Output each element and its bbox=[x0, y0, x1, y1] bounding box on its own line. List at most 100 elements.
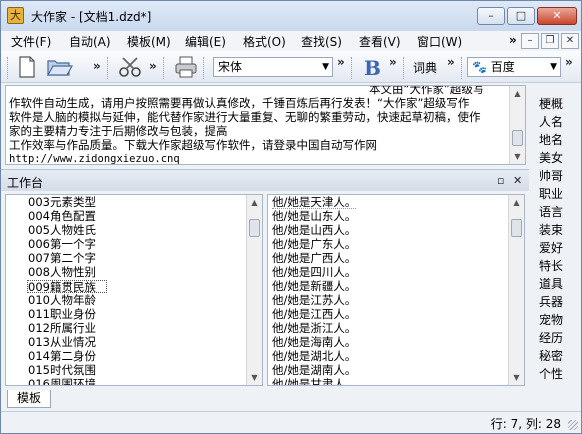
paw-icon: 🐾 bbox=[472, 60, 487, 74]
print-icon[interactable] bbox=[173, 55, 199, 82]
list-item[interactable]: 他/她是四川人。 bbox=[272, 266, 356, 279]
list-item[interactable]: 他/她是新疆人。 bbox=[272, 280, 356, 293]
keyword-item[interactable]: 特长 bbox=[539, 257, 563, 274]
list-item[interactable]: 012所属行业 bbox=[28, 322, 96, 335]
cursor-position: 行: 7, 列: 28 bbox=[490, 417, 561, 431]
new-document-icon[interactable] bbox=[17, 55, 37, 82]
workbench-float-button[interactable]: ▫ bbox=[497, 174, 504, 187]
keyword-item[interactable]: 秘密 bbox=[539, 347, 563, 364]
editor-scrollbar[interactable]: ▲ ▼ bbox=[509, 86, 525, 164]
resize-grip-icon[interactable] bbox=[568, 420, 578, 430]
menu-overflow-chevron[interactable]: » bbox=[509, 33, 517, 47]
template-sentence-list[interactable]: 他/她是天津人。 他/她是山东人。 他/她是山西人。 他/她是广东人。 他/她是… bbox=[267, 194, 525, 386]
keyword-item[interactable]: 经历 bbox=[539, 329, 563, 346]
list-scrollbar[interactable]: ▲ ▼ bbox=[508, 195, 524, 385]
keyword-item[interactable]: 职业 bbox=[539, 185, 563, 202]
keyword-item[interactable]: 梗概 bbox=[539, 95, 563, 112]
scroll-up-icon[interactable]: ▲ bbox=[509, 195, 524, 210]
list-item-selected[interactable]: 009籍贯民族 bbox=[27, 280, 107, 294]
list-item[interactable]: 010人物年龄 bbox=[28, 294, 96, 307]
scroll-thumb[interactable] bbox=[512, 130, 523, 146]
keyword-item[interactable]: 美女 bbox=[539, 149, 563, 166]
editor-content[interactable]: 本文由“大作家”超级写 作软件自动生成，请用户按照需要再做认真修改，千锤百炼后再… bbox=[9, 86, 509, 164]
menu-file[interactable]: 文件(F) bbox=[11, 33, 51, 50]
menu-template[interactable]: 模板(M) bbox=[127, 33, 171, 50]
list-item[interactable]: 他/她是甘肃人。 bbox=[272, 378, 356, 386]
list-item[interactable]: 015时代氛围 bbox=[28, 364, 96, 377]
keyword-item[interactable]: 语言 bbox=[539, 203, 563, 220]
list-item[interactable]: 他/她是广东人。 bbox=[272, 238, 356, 251]
keyword-item[interactable]: 装束 bbox=[539, 221, 563, 238]
list-item[interactable]: 他/她是广西人。 bbox=[272, 252, 356, 265]
scroll-thumb[interactable] bbox=[249, 219, 260, 237]
mdi-close-button[interactable]: ✕ bbox=[561, 33, 579, 49]
toolbar-overflow-chevron-1[interactable]: » bbox=[93, 59, 101, 73]
toolbar-overflow-chevron-4[interactable]: » bbox=[389, 55, 397, 69]
search-engine-select[interactable]: 🐾 百度 ▼ bbox=[467, 57, 561, 77]
toolbar-separator bbox=[107, 57, 109, 79]
list-item[interactable]: 他/她是山东人。 bbox=[272, 210, 356, 223]
list-item[interactable]: 003元素类型 bbox=[28, 196, 96, 209]
keyword-item[interactable]: 地名 bbox=[539, 131, 563, 148]
toolbar: » » 宋体 ▼ » B » 词典 » 🐾 百度 ▼ » bbox=[1, 51, 581, 83]
scroll-down-icon[interactable]: ▼ bbox=[509, 370, 524, 385]
cut-icon[interactable] bbox=[117, 55, 143, 82]
scroll-down-icon[interactable]: ▼ bbox=[247, 370, 262, 385]
list-item[interactable]: 005人物姓氏 bbox=[28, 224, 96, 237]
search-engine-value: 百度 bbox=[490, 60, 515, 74]
list-item[interactable]: 他/她是海南人。 bbox=[272, 336, 356, 349]
list-item[interactable]: 他/她是江苏人。 bbox=[272, 294, 356, 307]
mdi-restore-button[interactable]: ❐ bbox=[541, 33, 559, 49]
template-category-list[interactable]: 003元素类型 004角色配置 005人物姓氏 006第一个字 007第二个字 … bbox=[5, 194, 263, 386]
font-name-select[interactable]: 宋体 ▼ bbox=[213, 57, 333, 77]
list-item[interactable]: 014第二身份 bbox=[28, 350, 96, 363]
keyword-item[interactable]: 道具 bbox=[539, 275, 563, 292]
list-item[interactable]: 他/她是江西人。 bbox=[272, 308, 356, 321]
scroll-up-icon[interactable]: ▲ bbox=[247, 195, 262, 210]
keyword-item[interactable]: 兵器 bbox=[539, 293, 563, 310]
list-scrollbar[interactable]: ▲ ▼ bbox=[246, 195, 262, 385]
keyword-item[interactable]: 个性 bbox=[539, 365, 563, 382]
list-item[interactable]: 006第一个字 bbox=[28, 238, 96, 251]
menu-find[interactable]: 查找(S) bbox=[301, 33, 342, 50]
keyword-item[interactable]: 宠物 bbox=[539, 311, 563, 328]
scroll-thumb[interactable] bbox=[511, 219, 522, 237]
list-item[interactable]: 007第二个字 bbox=[28, 252, 96, 265]
list-item[interactable]: 他/她是湖北人。 bbox=[272, 350, 356, 363]
menu-auto[interactable]: 自动(A) bbox=[69, 33, 111, 50]
keyword-item[interactable]: 帅哥 bbox=[539, 167, 563, 184]
menu-window[interactable]: 窗口(W) bbox=[417, 33, 462, 50]
document-editor[interactable]: 本文由“大作家”超级写 作软件自动生成，请用户按照需要再做认真修改，千锤百炼后再… bbox=[5, 85, 526, 165]
list-item[interactable]: 004角色配置 bbox=[28, 210, 96, 223]
open-folder-icon[interactable] bbox=[45, 55, 74, 82]
list-item[interactable]: 他/她是山西人。 bbox=[272, 224, 356, 237]
toolbar-overflow-chevron-5[interactable]: » bbox=[447, 55, 455, 69]
menu-edit[interactable]: 编辑(E) bbox=[185, 33, 226, 50]
close-button[interactable]: ✕ bbox=[537, 7, 577, 25]
list-item[interactable]: 013从业情况 bbox=[28, 336, 96, 349]
toolbar-overflow-chevron-2[interactable]: » bbox=[149, 59, 157, 73]
menu-format[interactable]: 格式(O) bbox=[243, 33, 286, 50]
keyword-item[interactable]: 人名 bbox=[539, 113, 563, 130]
dictionary-button[interactable]: 词典 bbox=[413, 59, 437, 76]
workbench-close-button[interactable]: ✕ bbox=[513, 174, 522, 187]
toolbar-overflow-chevron-3[interactable]: » bbox=[337, 55, 345, 69]
keyword-item[interactable]: 爱好 bbox=[539, 239, 563, 256]
minimize-button[interactable]: – bbox=[477, 7, 505, 25]
list-item[interactable]: 他/她是湖南人。 bbox=[272, 364, 356, 377]
toolbar-grip[interactable] bbox=[7, 57, 9, 79]
mdi-minimize-button[interactable]: – bbox=[521, 33, 539, 49]
list-item[interactable]: 他/她是天津人。 bbox=[272, 196, 357, 209]
maximize-button[interactable]: □ bbox=[507, 7, 535, 25]
window-title: 大作家 - [文档1.dzd*] bbox=[31, 10, 152, 24]
list-item[interactable]: 016周围环境 bbox=[28, 378, 96, 386]
bold-icon[interactable]: B bbox=[361, 55, 385, 82]
scroll-up-icon[interactable]: ▲ bbox=[510, 86, 525, 101]
list-item[interactable]: 011职业身份 bbox=[28, 308, 96, 321]
list-item[interactable]: 008人物性别 bbox=[28, 266, 96, 279]
list-item[interactable]: 他/她是浙江人。 bbox=[272, 322, 356, 335]
tab-template[interactable]: 模板 bbox=[7, 390, 51, 408]
scroll-down-icon[interactable]: ▼ bbox=[510, 149, 525, 164]
menu-view[interactable]: 查看(V) bbox=[359, 33, 401, 50]
toolbar-overflow-chevron-6[interactable]: » bbox=[565, 55, 573, 69]
